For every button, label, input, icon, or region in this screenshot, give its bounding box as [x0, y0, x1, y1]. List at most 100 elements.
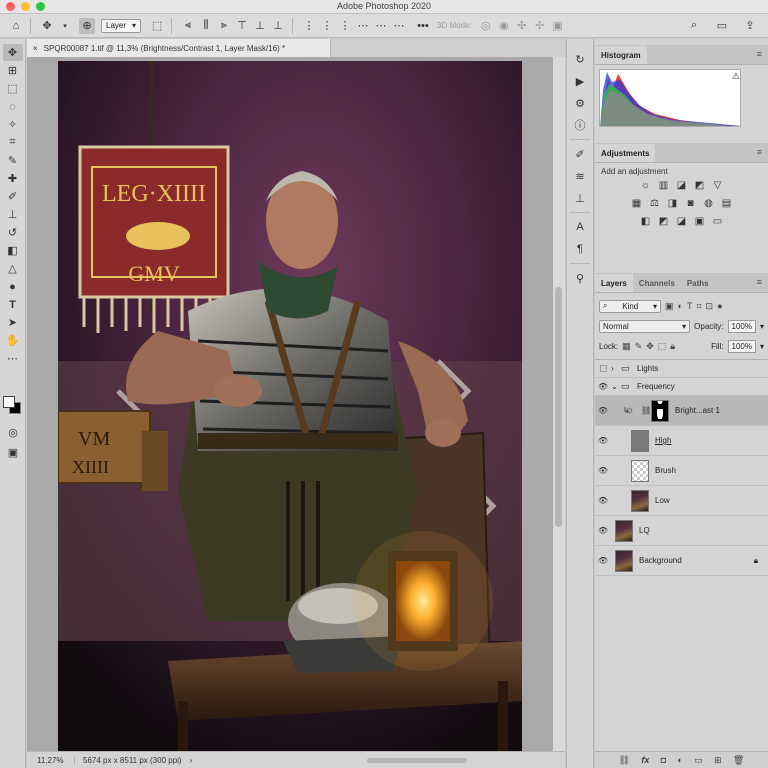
lasso-tool-icon[interactable]: ◌ [3, 98, 23, 115]
layer-row-low[interactable]: 👁︎ Low [595, 486, 768, 516]
gradient-map-icon[interactable]: ▭ [711, 216, 724, 227]
tab-histogram[interactable]: Histogram [595, 46, 647, 64]
info-menu-arrow[interactable]: › [190, 756, 193, 765]
dodge-tool-icon[interactable]: ● [3, 278, 23, 295]
eyedropper-tool-icon[interactable]: ✎ [3, 152, 23, 169]
transform-controls-icon[interactable]: ⬚ [149, 18, 165, 34]
eye-icon[interactable]: 👁︎ [595, 466, 611, 475]
fx-icon[interactable]: fx [641, 755, 649, 765]
threshold-icon[interactable]: ◪ [675, 216, 688, 227]
horizontal-scroll-thumb[interactable] [367, 758, 467, 763]
tab-paths[interactable]: Paths [681, 274, 715, 292]
layer-row-high[interactable]: 👁︎ High [595, 426, 768, 456]
link-layers-icon[interactable]: ⛓ [619, 755, 630, 766]
black-white-icon[interactable]: ◨ [666, 198, 679, 209]
more-tools-icon[interactable]: ⋯ [3, 350, 23, 367]
history-icon[interactable]: ↻ [570, 49, 590, 69]
filter-shape-icon[interactable]: ⌗ [696, 301, 701, 312]
eye-icon[interactable]: 👁︎ [595, 526, 611, 535]
brush-tool-icon[interactable]: ✐ [3, 188, 23, 205]
magic-wand-tool-icon[interactable]: ✧ [3, 116, 23, 133]
panel-menu-icon[interactable]: ≡ [757, 49, 762, 59]
type-tool-icon[interactable]: T [3, 296, 23, 313]
align-top-icon[interactable]: ⊤ [234, 18, 250, 34]
curves-icon[interactable]: ◪ [675, 180, 688, 191]
align-right-icon[interactable]: ⫸ [216, 18, 232, 34]
character-icon[interactable]: A [570, 217, 590, 237]
blur-tool-icon[interactable]: △ [3, 260, 23, 277]
layer-row-lq[interactable]: 👁︎ LQ [595, 516, 768, 546]
3d-pan-icon[interactable]: ✣ [514, 18, 530, 34]
new-group-icon[interactable]: ▭ [694, 755, 703, 766]
3d-orbit-icon[interactable]: ◎ [478, 18, 494, 34]
lock-artboard-icon[interactable]: ⬚ [658, 341, 667, 352]
chevron-down-icon[interactable]: ▾ [57, 18, 73, 34]
document-tab[interactable]: × SPQR00087 1.tif @ 11,3% (Brightness/Co… [27, 39, 331, 57]
paragraph-icon[interactable]: ¶ [570, 239, 590, 259]
exposure-icon[interactable]: ◩ [693, 180, 706, 191]
panel-menu-icon[interactable]: ≡ [757, 147, 762, 157]
invert-icon[interactable]: ◧ [639, 216, 652, 227]
vertical-scrollbar[interactable] [553, 57, 565, 751]
layer-row-brightness-contrast[interactable]: 👁︎ ↳ ☼ ⛓ Bright...ast 1 [595, 396, 768, 426]
eye-icon[interactable]: 👁︎ [595, 496, 611, 505]
vertical-scroll-thumb[interactable] [555, 287, 562, 527]
eraser-tool-icon[interactable]: ◧ [3, 242, 23, 259]
workspace-icon[interactable]: ▭ [714, 18, 730, 34]
info-icon[interactable]: ⓘ [570, 115, 590, 135]
new-adjustment-icon[interactable]: ◐ [677, 755, 682, 765]
layer-row-lights[interactable]: › ▭ Lights [595, 360, 768, 378]
eye-icon[interactable]: 👁︎ [595, 382, 611, 391]
auto-select-icon[interactable]: ⊕ [79, 17, 95, 34]
move-tool-icon[interactable]: ✥ [2, 44, 23, 61]
3d-slide-icon[interactable]: ✢ [532, 18, 548, 34]
auto-select-dropdown[interactable]: Layer ▾ [101, 18, 142, 33]
panel-menu-icon[interactable]: ≡ [757, 277, 762, 287]
link-icon[interactable]: ⛓ [641, 406, 651, 415]
tab-channels[interactable]: Channels [633, 274, 681, 292]
screen-mode-icon[interactable]: ▣ [3, 444, 23, 461]
color-balance-icon[interactable]: ⚖ [648, 198, 661, 209]
channel-mixer-icon[interactable]: ◍ [702, 198, 715, 209]
eye-icon[interactable]: 👁︎ [595, 406, 611, 415]
align-left-icon[interactable]: ⫷ [180, 18, 196, 34]
lock-pixels-icon[interactable]: ✎ [635, 341, 643, 352]
marquee-tool-icon[interactable]: ⬚ [3, 80, 23, 97]
home-icon[interactable]: ⌂ [8, 18, 24, 34]
zoom-level[interactable]: 11,27% [27, 755, 75, 765]
brush-settings-icon[interactable]: ✐ [570, 144, 590, 164]
filter-toggle-icon[interactable]: ● [717, 301, 722, 311]
tab-adjustments[interactable]: Adjustments [595, 144, 656, 162]
visibility-toggle[interactable] [595, 365, 611, 372]
document-image[interactable]: LEG·XIIII GMV VM XIIII [58, 61, 522, 751]
history-brush-tool-icon[interactable]: ↺ [3, 224, 23, 241]
blend-mode-dropdown[interactable]: Normal ▾ [599, 319, 691, 333]
canvas-area[interactable]: LEG·XIIII GMV VM XIIII [27, 57, 553, 751]
posterize-icon[interactable]: ◩ [657, 216, 670, 227]
more-options-button[interactable]: ••• [413, 18, 433, 34]
align-middle-icon[interactable]: ⊥ [252, 18, 268, 34]
brushes-icon[interactable]: ≋ [570, 166, 590, 186]
layer-row-frequency[interactable]: 👁︎ ⌄ ▭ Frequency [595, 378, 768, 396]
path-selection-tool-icon[interactable]: ➤ [3, 314, 23, 331]
color-lookup-icon[interactable]: ▤ [720, 198, 733, 209]
hand-tool-icon[interactable]: ✋ [3, 332, 23, 349]
chevron-down-icon[interactable]: ⌄ [611, 382, 621, 391]
clone-stamp-tool-icon[interactable]: ⊥ [3, 206, 23, 223]
filter-adjustment-icon[interactable]: ◐ [678, 301, 683, 311]
tab-layers[interactable]: Layers [595, 274, 633, 292]
distribute-icon[interactable]: ⋮ [319, 18, 335, 34]
layer-row-brush[interactable]: 👁︎ Brush [595, 456, 768, 486]
lock-position-icon[interactable]: ✥ [646, 341, 654, 352]
filter-smart-object-icon[interactable]: ⊡ [706, 301, 714, 312]
lock-all-icon[interactable]: 🔒︎ [670, 341, 675, 352]
share-icon[interactable]: ⇪ [742, 18, 758, 34]
filter-type-icon[interactable]: T [687, 301, 693, 311]
lock-icon[interactable]: 🔒︎ [754, 556, 758, 566]
actions-play-icon[interactable]: ▶ [570, 71, 590, 91]
search-icon[interactable]: ⌕ [686, 18, 702, 34]
align-bottom-icon[interactable]: ⊥ [270, 18, 286, 34]
filter-pixel-icon[interactable]: ▣ [665, 301, 674, 312]
artboard-tool-icon[interactable]: ⊞ [3, 62, 23, 79]
quick-mask-icon[interactable]: ◎ [3, 424, 23, 441]
